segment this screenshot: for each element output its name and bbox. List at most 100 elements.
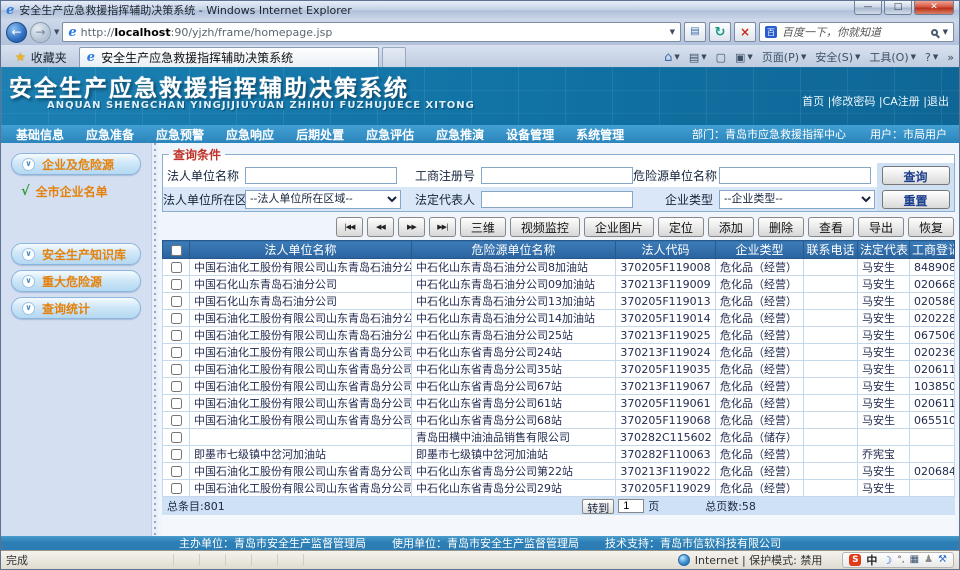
sidebar-group-button-major-hazard[interactable]: ∨重大危险源	[11, 270, 141, 292]
compatibility-view-button[interactable]: ▤	[684, 22, 706, 42]
view-button[interactable]: 查看	[808, 217, 854, 237]
search-input[interactable]: 百 百度一下，你就知道 ▼	[759, 22, 954, 42]
column-header-0[interactable]: 法人单位名称	[190, 241, 412, 259]
ime-punctuation-icon[interactable]: °,	[897, 556, 904, 565]
row-checkbox[interactable]	[171, 313, 182, 324]
row-checkbox[interactable]	[171, 415, 182, 426]
help-menu[interactable]: ?▼	[925, 51, 938, 64]
stop-button[interactable]: ×	[734, 22, 756, 42]
feeds-button[interactable]: ▤▼	[689, 51, 707, 64]
header-link-0[interactable]: 首页	[802, 95, 824, 108]
page-number-input[interactable]	[618, 499, 644, 513]
header-link-3[interactable]: 退出	[927, 95, 949, 108]
row-checkbox[interactable]	[171, 279, 182, 290]
column-header-1[interactable]: 危险源单位名称	[412, 241, 616, 259]
maximize-button[interactable]: □	[884, 1, 912, 15]
delete-button[interactable]: 删除	[758, 217, 804, 237]
sidebar-item-citywide-enterprise-list[interactable]: √全市企业名单	[11, 180, 141, 203]
first-page-button[interactable]: |◀◀	[336, 217, 363, 237]
row-checkbox[interactable]	[171, 449, 182, 460]
row-checkbox-cell	[163, 463, 190, 480]
url-field[interactable]: e http://localhost:90/yjzh/frame/homepag…	[62, 22, 681, 42]
ime-halfwidth-icon[interactable]: ☽	[882, 555, 892, 566]
legal-rep-input[interactable]	[481, 191, 633, 208]
region-select[interactable]: --法人单位所在区域--	[245, 190, 401, 209]
sidebar-group-button-query-stats[interactable]: ∨查询统计	[11, 297, 141, 319]
enterprise-photo-button[interactable]: 企业图片	[584, 217, 654, 237]
row-checkbox[interactable]	[171, 262, 182, 273]
sidebar-group-button-knowledge-base[interactable]: ∨安全生产知识库	[11, 243, 141, 265]
next-page-button[interactable]: ▶▶	[398, 217, 425, 237]
enterprise-type-select[interactable]: --企业类型--	[719, 190, 875, 209]
forward-button[interactable]: →	[30, 22, 51, 43]
prev-page-button[interactable]: ◀◀	[367, 217, 394, 237]
sidebar-group-button-enterprise-hazard[interactable]: ∨企业及危险源	[11, 153, 141, 175]
page-menu[interactable]: 页面(P)▼	[762, 49, 807, 65]
nav-item-5[interactable]: 应急评估	[355, 126, 425, 143]
business-reg-no-input[interactable]	[481, 167, 633, 184]
back-button[interactable]: ←	[6, 22, 27, 43]
header-link-2[interactable]: CA注册	[883, 95, 920, 108]
locate-button[interactable]: 定位	[658, 217, 704, 237]
search-button[interactable]: 查询	[882, 166, 950, 185]
column-header-5[interactable]: 法定代表人	[858, 241, 910, 259]
print-button[interactable]: ▣▼	[735, 51, 753, 64]
column-header-4[interactable]: 联系电话	[804, 241, 858, 259]
last-page-button[interactable]: ▶▶|	[429, 217, 456, 237]
row-checkbox[interactable]	[171, 466, 182, 477]
tools-menu[interactable]: 工具(O)▼	[869, 49, 916, 65]
cell-6-4	[804, 361, 858, 378]
row-checkbox[interactable]	[171, 347, 182, 358]
legal-name-input[interactable]	[245, 167, 397, 184]
nav-item-8[interactable]: 系统管理	[565, 126, 635, 143]
nav-item-2[interactable]: 应急预警	[145, 126, 215, 143]
nav-item-1[interactable]: 应急准备	[75, 126, 145, 143]
column-header-6[interactable]: 工商登记注册号	[910, 241, 955, 259]
reset-button[interactable]: 重置	[882, 190, 950, 209]
hazard-name-input[interactable]	[719, 167, 871, 184]
nav-item-0[interactable]: 基础信息	[5, 126, 75, 143]
window-titlebar[interactable]: e 安全生产应急救援指挥辅助决策系统 - Windows Internet Ex…	[1, 1, 959, 19]
ime-settings-icon[interactable]: ⚒	[938, 555, 947, 565]
new-tab-button[interactable]	[382, 47, 406, 67]
favorites-button[interactable]: ★ 收藏夹	[6, 47, 76, 67]
nav-item-7[interactable]: 设备管理	[495, 126, 565, 143]
column-header-2[interactable]: 法人代码	[616, 241, 716, 259]
select-all-checkbox[interactable]	[171, 245, 182, 256]
video-monitor-button[interactable]: 视频监控	[510, 217, 580, 237]
url-dropdown-icon[interactable]: ▼	[670, 28, 675, 36]
nav-item-3[interactable]: 应急响应	[215, 126, 285, 143]
goto-page-button[interactable]: 转到	[582, 499, 614, 514]
refresh-button[interactable]: ↻	[709, 22, 731, 42]
sogou-logo-icon[interactable]: S	[849, 554, 861, 566]
ime-user-icon[interactable]: ♟	[924, 555, 933, 565]
column-header-3[interactable]: 企业类型	[716, 241, 804, 259]
nav-item-6[interactable]: 应急推演	[425, 126, 495, 143]
export-button[interactable]: 导出	[858, 217, 904, 237]
safety-menu[interactable]: 安全(S)▼	[815, 49, 860, 65]
row-checkbox[interactable]	[171, 296, 182, 307]
ime-keyboard-icon[interactable]: ▦	[910, 555, 919, 565]
minimize-button[interactable]: —	[854, 1, 882, 15]
home-button[interactable]: ⌂▼	[664, 50, 680, 65]
row-checkbox[interactable]	[171, 330, 182, 341]
search-icon[interactable]	[931, 29, 938, 36]
header-link-1[interactable]: 修改密码	[831, 95, 875, 108]
add-button[interactable]: 添加	[708, 217, 754, 237]
row-checkbox[interactable]	[171, 483, 182, 494]
read-mail-button[interactable]: ▢	[716, 51, 726, 64]
3d-button[interactable]: 三维	[460, 217, 506, 237]
history-dropdown-icon[interactable]: ▼	[54, 28, 59, 36]
nav-item-4[interactable]: 后期处置	[285, 126, 355, 143]
row-checkbox[interactable]	[171, 364, 182, 375]
restore-button[interactable]: 恢复	[908, 217, 954, 237]
ime-language-icon[interactable]: 中	[866, 555, 877, 566]
tab-active[interactable]: e 安全生产应急救援指挥辅助决策系统	[79, 47, 379, 67]
row-checkbox[interactable]	[171, 432, 182, 443]
row-checkbox[interactable]	[171, 381, 182, 392]
close-button[interactable]: ✕	[914, 1, 954, 15]
row-checkbox[interactable]	[171, 398, 182, 409]
overflow-chevron-icon[interactable]: »	[947, 51, 954, 64]
search-options-icon[interactable]: ▼	[943, 28, 948, 36]
sidebar-splitter[interactable]	[151, 143, 158, 536]
